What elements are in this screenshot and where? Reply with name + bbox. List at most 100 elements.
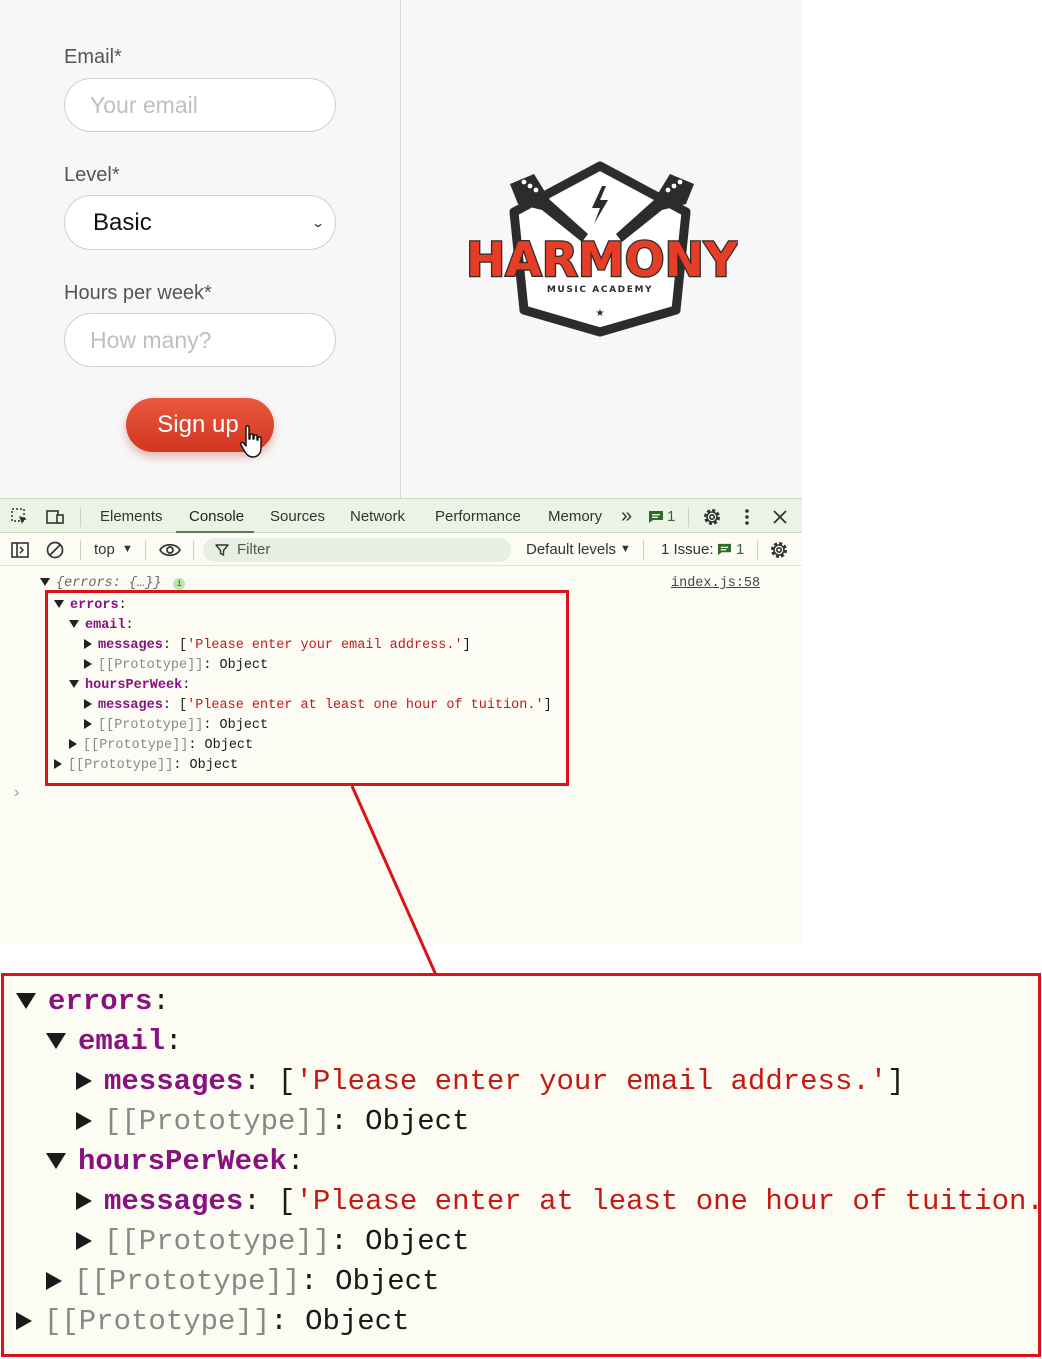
toolbar-separator bbox=[757, 540, 758, 560]
console-value: ['Please enter at least one hour of tuit… bbox=[278, 1185, 1042, 1218]
zoomed-console-view: errors: email: messages: ['Please enter yo… bbox=[1, 973, 1042, 1357]
expand-triangle-icon[interactable] bbox=[76, 1192, 92, 1211]
hand-cursor-icon bbox=[240, 425, 262, 458]
expand-triangle-icon[interactable] bbox=[16, 1312, 32, 1331]
issues-label[interactable]: 1 Issue: bbox=[661, 533, 714, 566]
console-key: email bbox=[78, 1025, 166, 1058]
chevron-down-icon: ⌄ bbox=[310, 215, 326, 230]
tab-network[interactable]: Network bbox=[350, 499, 405, 534]
console-separator: : bbox=[243, 1065, 279, 1098]
console-key: errors bbox=[48, 985, 153, 1018]
tab-console[interactable]: Console bbox=[189, 499, 244, 534]
console-tree-row[interactable]: email: bbox=[46, 1022, 182, 1062]
context-select[interactable]: top bbox=[94, 533, 115, 566]
tab-memory[interactable]: Memory bbox=[548, 499, 602, 534]
log-levels-dropdown-arrow[interactable]: ▼ bbox=[620, 533, 631, 566]
message-icon bbox=[649, 511, 663, 523]
console-tree-row[interactable]: [[Prototype]]: Object bbox=[76, 1102, 469, 1142]
tab-elements[interactable]: Elements bbox=[100, 499, 163, 534]
console-separator: : bbox=[330, 1105, 366, 1138]
level-selected-value: Basic bbox=[93, 208, 152, 236]
toolbar-separator bbox=[80, 540, 81, 560]
close-icon[interactable] bbox=[770, 507, 790, 527]
console-value: Object bbox=[365, 1225, 470, 1258]
kebab-menu-icon[interactable] bbox=[737, 507, 757, 527]
console-separator: : bbox=[270, 1305, 306, 1338]
collapse-triangle-icon[interactable] bbox=[46, 1153, 66, 1170]
context-dropdown-arrow[interactable]: ▼ bbox=[122, 533, 133, 566]
email-input[interactable] bbox=[64, 78, 336, 132]
console-value: Object bbox=[305, 1305, 410, 1338]
level-select[interactable]: Basic ⌄ bbox=[64, 195, 336, 250]
console-tree-row[interactable]: messages: ['Please enter at least one ho… bbox=[76, 1182, 1042, 1222]
toolbar-separator bbox=[643, 540, 644, 560]
page-divider bbox=[400, 0, 401, 498]
sidebar-icon[interactable] bbox=[10, 540, 30, 560]
highlight-box bbox=[45, 590, 569, 786]
expand-triangle-icon[interactable] bbox=[76, 1072, 92, 1091]
gear-icon[interactable] bbox=[702, 507, 722, 527]
console-key: [[Prototype]] bbox=[104, 1225, 331, 1258]
expand-triangle-icon[interactable] bbox=[76, 1112, 92, 1131]
console-key: [[Prototype]] bbox=[74, 1265, 301, 1298]
hours-input[interactable] bbox=[64, 313, 336, 367]
hours-label: Hours per week* bbox=[64, 282, 212, 304]
console-log-summary[interactable]: {errors: {…}} i bbox=[40, 576, 186, 591]
console-tree-row[interactable]: [[Prototype]]: Object bbox=[46, 1262, 439, 1302]
expand-triangle-icon[interactable] bbox=[46, 1272, 62, 1291]
console-tree-row[interactable]: messages: ['Please enter your email addr… bbox=[76, 1062, 905, 1102]
tabbar-separator bbox=[80, 507, 81, 527]
more-tabs-button[interactable]: » bbox=[621, 499, 632, 534]
toolbar-separator bbox=[193, 540, 194, 560]
console-separator: : bbox=[152, 985, 170, 1018]
devtools-tabbar: Elements Console Sources Network Perform… bbox=[0, 498, 802, 533]
logo-tagline-text: MUSIC ACADEMY bbox=[547, 285, 653, 295]
console-separator: : bbox=[243, 1185, 279, 1218]
tab-performance[interactable]: Performance bbox=[435, 499, 521, 534]
expand-triangle-icon[interactable] bbox=[40, 578, 50, 587]
log-levels-select[interactable]: Default levels bbox=[526, 533, 616, 566]
console-value: Object bbox=[365, 1105, 470, 1138]
tab-sources[interactable]: Sources bbox=[270, 499, 325, 534]
console-value: Object bbox=[335, 1265, 440, 1298]
eye-icon[interactable] bbox=[158, 540, 182, 560]
harmony-logo: HARMONY MUSIC ACADEMY ★ bbox=[466, 161, 738, 337]
level-label: Level* bbox=[64, 164, 120, 186]
info-badge: i bbox=[173, 578, 186, 590]
filter-icon bbox=[215, 544, 229, 556]
toolbar-separator bbox=[145, 540, 146, 560]
console-separator: : bbox=[286, 1145, 305, 1178]
console-key: [[Prototype]] bbox=[104, 1105, 331, 1138]
inspect-icon[interactable] bbox=[10, 507, 30, 527]
console-separator: : bbox=[165, 1025, 183, 1058]
tabbar-separator bbox=[688, 507, 689, 527]
source-link[interactable]: index.js:58 bbox=[671, 576, 760, 591]
logo-brand-text: HARMONY bbox=[466, 233, 738, 288]
console-value: ['Please enter your email address.'] bbox=[278, 1065, 905, 1098]
console-key: messages bbox=[104, 1065, 244, 1098]
device-toggle-icon[interactable] bbox=[45, 507, 65, 527]
console-separator: : bbox=[300, 1265, 336, 1298]
console-prompt[interactable]: › bbox=[14, 784, 19, 802]
console-key: [[Prototype]] bbox=[44, 1305, 271, 1338]
collapse-triangle-icon[interactable] bbox=[16, 993, 36, 1010]
clear-console-icon[interactable] bbox=[45, 540, 65, 560]
email-label: Email* bbox=[64, 46, 122, 68]
issues-count[interactable]: 1 bbox=[736, 533, 744, 566]
console-toolbar: top ▼ Filter Default levels ▼ 1 Issue: 1 bbox=[0, 533, 802, 566]
expand-triangle-icon[interactable] bbox=[76, 1232, 92, 1251]
page-area: Email* Level* Basic ⌄ Hours per week* Si… bbox=[0, 0, 802, 498]
console-key: messages bbox=[104, 1185, 244, 1218]
console-key: hoursPerWeek bbox=[78, 1145, 287, 1178]
filter-placeholder: Filter bbox=[237, 541, 271, 558]
console-tree-row[interactable]: errors: bbox=[16, 982, 170, 1022]
issues-message-icon bbox=[718, 543, 731, 556]
console-tree-row[interactable]: [[Prototype]]: Object bbox=[16, 1302, 409, 1342]
console-tree-row[interactable]: hoursPerWeek: bbox=[46, 1142, 304, 1182]
console-tree-row[interactable]: [[Prototype]]: Object bbox=[76, 1222, 469, 1262]
collapse-triangle-icon[interactable] bbox=[46, 1033, 66, 1050]
logo-star: ★ bbox=[596, 308, 605, 319]
console-settings-gear-icon[interactable] bbox=[769, 540, 789, 560]
filter-input[interactable]: Filter bbox=[203, 538, 511, 562]
message-count[interactable]: 1 bbox=[667, 499, 675, 534]
